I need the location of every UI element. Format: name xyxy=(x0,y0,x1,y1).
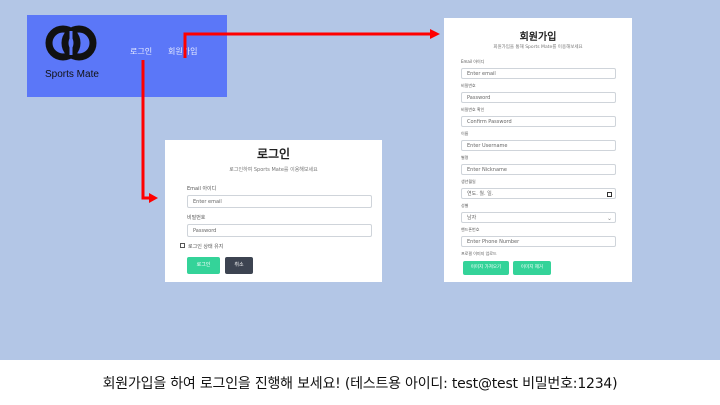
tutorial-stage: Sports Mate 로그인 회원가입 로그인 로그인하여 Sports Ma… xyxy=(0,0,720,360)
signup-phone-input[interactable]: Enter Phone Number xyxy=(461,236,616,247)
signup-phone-label: 핸드폰번호 xyxy=(461,227,480,232)
gender-selected-value: 남자 xyxy=(467,215,477,221)
login-password-input[interactable]: Password xyxy=(187,224,372,237)
signup-email-label: Email 아이디 xyxy=(461,59,485,64)
login-email-label: Email 아이디 xyxy=(187,186,217,192)
signup-nickname-label: 별명 xyxy=(461,155,469,160)
caption-bar: 회원가입을 하여 로그인을 진행해 보세요! (테스트용 아이디: test@t… xyxy=(0,360,720,405)
signup-name-label: 이름 xyxy=(461,131,469,136)
signup-email-input[interactable]: Enter email xyxy=(461,68,616,79)
remember-label: 로그인 상태 유지 xyxy=(188,244,224,250)
remember-checkbox[interactable] xyxy=(180,243,185,248)
login-cancel-button[interactable]: 취소 xyxy=(225,257,253,274)
signup-password-label: 비밀번호 xyxy=(461,83,476,88)
signup-password-input[interactable]: Password xyxy=(461,92,616,103)
login-email-input[interactable]: Enter email xyxy=(187,195,372,208)
login-card: 로그인 로그인하여 Sports Mate를 이용해보세요 Email 아이디 … xyxy=(165,140,382,282)
login-title: 로그인 xyxy=(256,147,291,161)
signup-gender-select[interactable]: 남자 ⌄ xyxy=(461,212,616,223)
arrow-to-login-head xyxy=(149,193,158,203)
birth-placeholder: 연도. 월. 일. xyxy=(467,191,494,197)
sports-mate-logo-icon xyxy=(45,25,97,61)
signup-gender-label: 성별 xyxy=(461,203,469,208)
signup-photo-label: 프로필 이미지 업로드 xyxy=(461,251,497,256)
login-password-label: 비밀번호 xyxy=(187,215,206,221)
tutorial-caption: 회원가입을 하여 로그인을 진행해 보세요! (테스트용 아이디: test@t… xyxy=(102,375,618,392)
nav-login-link[interactable]: 로그인 xyxy=(130,46,152,57)
login-submit-button[interactable]: 로그인 xyxy=(187,257,220,274)
signup-confirm-label: 비밀번호 확인 xyxy=(461,107,485,112)
signup-title: 회원가입 xyxy=(519,32,557,43)
signup-name-input[interactable]: Enter Username xyxy=(461,140,616,151)
calendar-icon[interactable] xyxy=(607,192,612,197)
chevron-down-icon: ⌄ xyxy=(606,215,612,222)
remove-photo-button[interactable]: 이미지 제거 xyxy=(513,261,551,275)
arrow-to-signup-head xyxy=(430,29,440,39)
signup-card: 회원가입 회원가입을 통해 Sports Mate를 이용해보세요 Email … xyxy=(444,18,632,282)
navbar: Sports Mate 로그인 회원가입 xyxy=(27,15,227,97)
login-subtitle: 로그인하여 Sports Mate를 이용해보세요 xyxy=(229,167,318,173)
signup-subtitle: 회원가입을 통해 Sports Mate를 이용해보세요 xyxy=(493,45,583,50)
nav-signup-link[interactable]: 회원가입 xyxy=(168,46,197,57)
add-photo-button[interactable]: 이미지 가져오기 xyxy=(463,261,509,275)
signup-birth-label: 생년월일 xyxy=(461,179,476,184)
signup-nickname-input[interactable]: Enter Nickname xyxy=(461,164,616,175)
signup-confirm-input[interactable]: Confirm Password xyxy=(461,116,616,127)
brand-name: Sports Mate xyxy=(45,69,99,80)
signup-birth-input[interactable]: 연도. 월. 일. xyxy=(461,188,616,199)
